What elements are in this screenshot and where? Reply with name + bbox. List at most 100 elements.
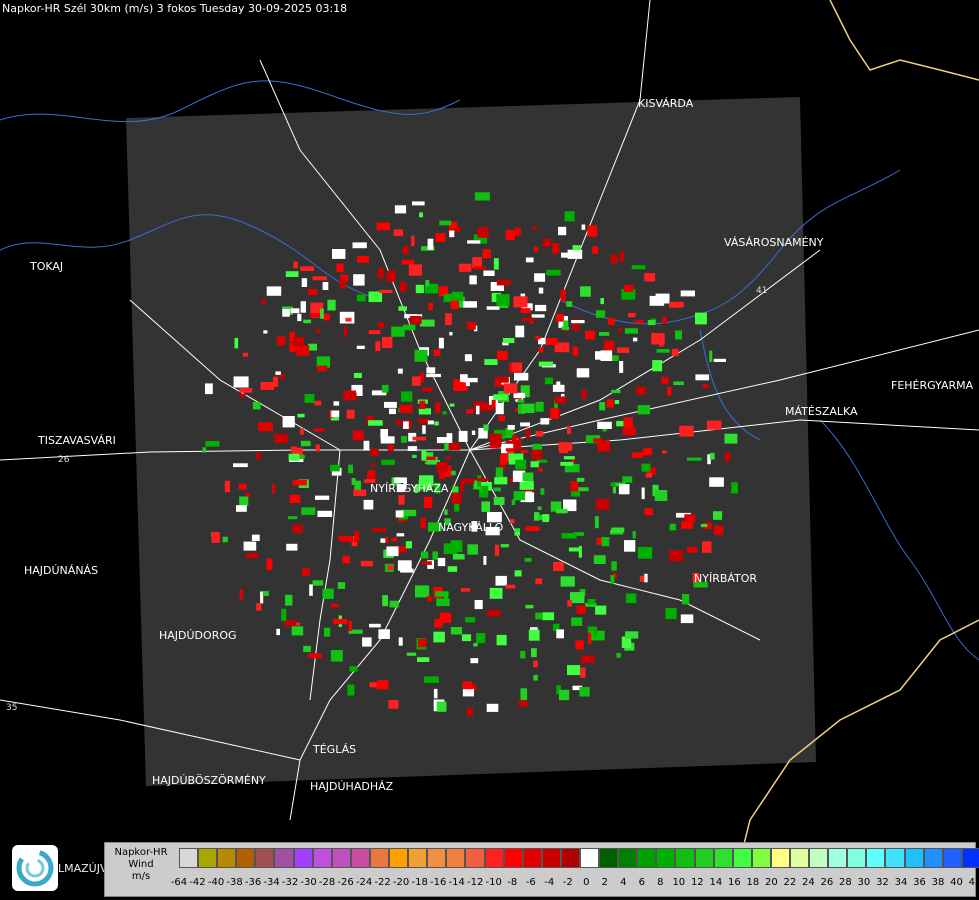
radar-echo-cell (289, 494, 301, 503)
radar-echo-cell (534, 273, 546, 282)
radar-echo-cell (515, 325, 525, 338)
radar-echo-cell (487, 609, 501, 617)
radar-echo-cell (610, 482, 616, 487)
radar-echo-cell (301, 278, 308, 287)
legend-tick-label: -14 (448, 877, 465, 888)
radar-echo-cell (354, 530, 360, 543)
radar-echo-cell (531, 449, 543, 460)
radar-echo-cell (585, 330, 596, 340)
radar-echo-cell (625, 631, 639, 639)
radar-echo-cell (285, 271, 299, 277)
radar-echo-cell (680, 614, 694, 624)
legend-tick-label: -4 (544, 877, 555, 888)
radar-echo-cell (679, 425, 694, 437)
radar-echo-cell (445, 313, 452, 326)
radar-echo-cell (684, 514, 696, 523)
radar-echo-cell (709, 477, 724, 487)
radar-echo-cell (239, 388, 253, 393)
radar-echo-cell (349, 666, 358, 672)
radar-echo-cell (622, 427, 636, 436)
radar-echo-cell (327, 299, 336, 311)
radar-echo-cell (647, 320, 656, 326)
radar-echo-cell (462, 681, 473, 690)
radar-echo-cell (316, 329, 321, 334)
radar-echo-cell (470, 658, 479, 664)
radar-echo-cell (452, 554, 465, 560)
radar-echo-cell (623, 284, 634, 292)
radar-echo-cell (491, 399, 496, 409)
radar-echo-cell (436, 701, 447, 712)
radar-echo-cell (520, 688, 528, 701)
legend-swatch (408, 848, 428, 868)
radar-echo-cell (637, 547, 653, 559)
radar-echo-cell (381, 459, 395, 465)
radar-echo-cell (595, 605, 607, 615)
radar-echo-cell (251, 534, 260, 541)
radar-echo-cell (239, 589, 244, 600)
radar-echo-cell (398, 637, 403, 646)
radar-echo-cell (293, 261, 298, 269)
radar-echo-cell (428, 302, 433, 311)
radar-echo-cell (330, 603, 339, 608)
radar-echo-cell (388, 700, 399, 709)
radar-echo-cell (300, 301, 306, 313)
radar-echo-cell (424, 496, 433, 509)
radar-echo-cell (695, 312, 707, 325)
legend-tick-label: 16 (727, 877, 741, 888)
radar-echo-cell (463, 301, 477, 308)
radar-echo-cell (595, 351, 601, 360)
radar-echo-cell (396, 419, 401, 426)
radar-echo-cell (489, 587, 503, 599)
radar-echo-cell (510, 519, 515, 524)
legend-tick-label: 32 (876, 877, 889, 888)
radar-echo-cell (669, 550, 684, 562)
legend-tick-label: -24 (355, 877, 373, 888)
radar-echo-cell (483, 424, 489, 431)
legend-swatch (618, 848, 638, 868)
radar-echo-cell (291, 446, 297, 453)
road-number-35: 35 (6, 703, 17, 713)
radar-echo-cell (483, 556, 487, 565)
legend-tick-label: -36 (244, 877, 262, 888)
radar-echo-cell (531, 648, 537, 658)
radar-echo-cell (587, 225, 598, 237)
radar-echo-cell (343, 392, 357, 400)
radar-echo-cell (255, 452, 262, 460)
radar-echo-cell (331, 410, 340, 417)
radar-echo-cell (535, 304, 547, 312)
radar-echo-cell (452, 486, 459, 493)
radar-echo-cell (643, 447, 652, 456)
radar-echo-cell (669, 302, 682, 308)
radar-echo-cell (435, 233, 446, 243)
radar-echo-cell (713, 511, 723, 520)
radar-echo-cell (389, 408, 396, 415)
radar-echo-cell (563, 320, 569, 328)
radar-echo-cell (576, 605, 586, 614)
radar-echo-cell (460, 480, 464, 492)
legend-tick-label: -16 (429, 877, 447, 888)
radar-echo-cell (436, 598, 450, 607)
radar-echo-cell (447, 566, 458, 572)
radar-echo-cell (377, 268, 384, 279)
radar-echo-cell (397, 546, 407, 553)
radar-echo-cell (438, 337, 444, 349)
radar-echo-cell (624, 540, 636, 552)
radar-echo-cell (427, 238, 434, 250)
radar-echo-cell (291, 626, 304, 636)
radar-echo-cell (403, 421, 409, 429)
radar-echo-cell (295, 345, 310, 356)
radar-echo-cell (496, 279, 511, 286)
radar-echo-cell (467, 321, 476, 330)
radar-echo-cell (243, 541, 257, 551)
radar-echo-cell (421, 449, 427, 461)
radar-echo-cell (612, 486, 616, 494)
radar-echo-cell (266, 286, 282, 296)
radar-echo-cell (645, 472, 652, 478)
radar-echo-cell (412, 436, 427, 441)
radar-echo-cell (324, 627, 331, 637)
radar-echo-cell (282, 308, 290, 317)
legend-tick-label: -64 (170, 877, 188, 888)
map-canvas[interactable]: 26 41 35 (0, 0, 979, 900)
legend-swatch (350, 848, 370, 868)
radar-echo-cell (575, 640, 584, 650)
